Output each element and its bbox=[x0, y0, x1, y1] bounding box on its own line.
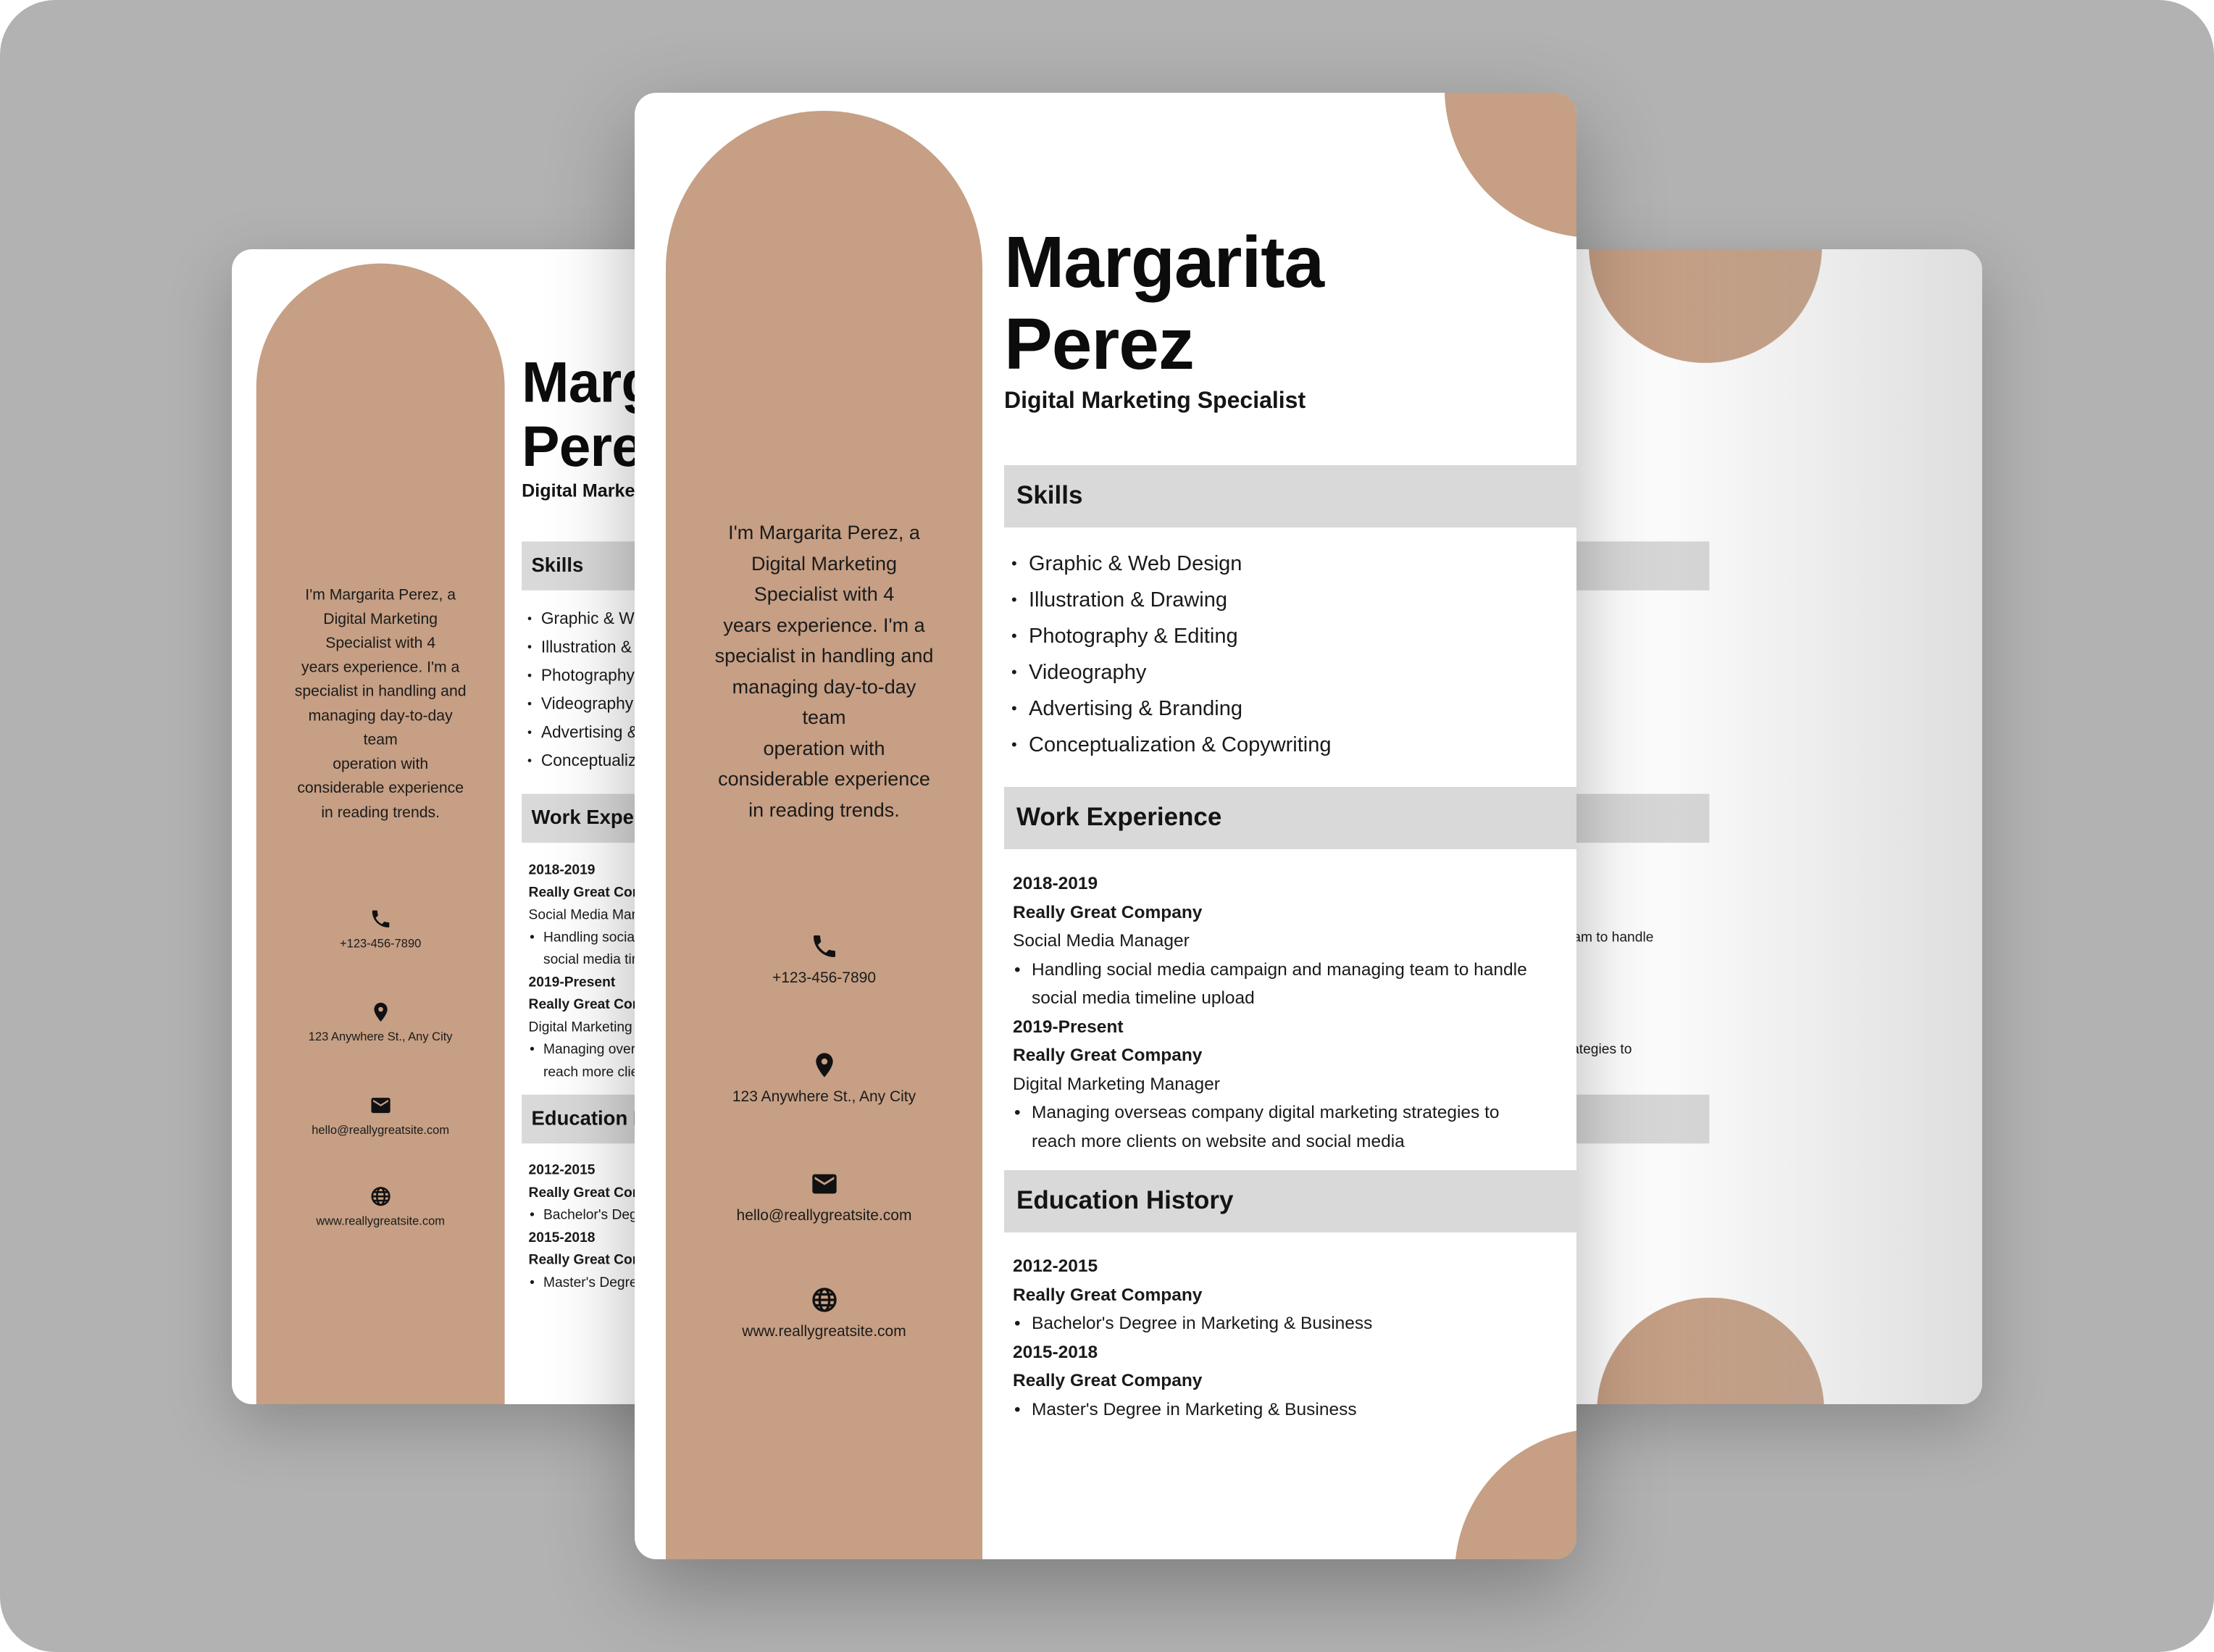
job-title: Digital Marketing Specialist bbox=[1004, 387, 1306, 413]
sidebar-arch bbox=[666, 111, 982, 1559]
preview-backdrop: I'm Margarita Perez, a Digital Marketing… bbox=[0, 0, 2214, 1652]
contact-email: hello@reallygreatsite.com bbox=[666, 1169, 982, 1225]
corner-circle-bottom bbox=[1597, 1297, 1825, 1404]
mail-icon bbox=[811, 1174, 837, 1194]
corner-circle-bottom bbox=[1455, 1429, 1576, 1559]
corner-circle-top bbox=[1445, 93, 1576, 238]
skills-list: Graphic & Web Design Illustration & Draw… bbox=[1011, 546, 1562, 763]
mail-icon bbox=[371, 1098, 390, 1114]
list-item: Master's Degree in Marketing & Business bbox=[1013, 1396, 1563, 1424]
phone-icon bbox=[372, 910, 389, 928]
list-item: Handling social media campaign and manag… bbox=[1013, 956, 1563, 1013]
list-item: Advertising & Branding bbox=[1011, 691, 1562, 727]
list-item: Illustration & Drawing bbox=[1011, 582, 1562, 618]
list-item: Videography bbox=[1011, 654, 1562, 691]
contact-address: 123 Anywhere St., Any City bbox=[256, 1001, 505, 1044]
education-history: 2012-2015 Really Great Company Bachelor'… bbox=[1013, 1252, 1563, 1424]
list-item: Conceptualization & Copywriting bbox=[1011, 727, 1562, 763]
work-history: 2018-2019 Really Great Company Social Me… bbox=[1013, 869, 1563, 1156]
phone-icon bbox=[813, 935, 835, 957]
education-heading-bar: Education History bbox=[1004, 1170, 1576, 1232]
contact-website: www.reallygreatsite.com bbox=[256, 1185, 505, 1228]
corner-circle-top bbox=[1589, 249, 1822, 363]
location-pin-icon bbox=[815, 1053, 833, 1077]
resume-page-front: I'm Margarita Perez, a Digital Marketing… bbox=[635, 93, 1576, 1559]
contact-address: 123 Anywhere St., Any City bbox=[666, 1051, 982, 1106]
list-item: Photography & Editing bbox=[1011, 618, 1562, 654]
intro-text: I'm Margarita Perez, a Digital Marketing… bbox=[294, 585, 467, 821]
resume-document: I'm Margarita Perez, a Digital Marketing… bbox=[635, 93, 1576, 1559]
contact-email: hello@reallygreatsite.com bbox=[256, 1094, 505, 1138]
resume-name: Margarita Perez bbox=[1004, 222, 1324, 385]
contact-website: www.reallygreatsite.com bbox=[666, 1285, 982, 1340]
work-heading-bar: Work Experience bbox=[1004, 787, 1576, 849]
contact-phone: +123-456-7890 bbox=[666, 932, 982, 987]
list-item: Graphic & Web Design bbox=[1011, 546, 1562, 582]
intro-text: I'm Margarita Perez, a Digital Marketing… bbox=[714, 522, 934, 821]
contact-phone: +123-456-7890 bbox=[256, 908, 505, 951]
skills-heading-bar: Skills bbox=[1004, 465, 1576, 527]
globe-icon bbox=[371, 1187, 390, 1206]
location-pin-icon bbox=[374, 1002, 388, 1022]
list-item: Managing overseas company digital market… bbox=[1013, 1098, 1563, 1156]
sidebar-arch bbox=[256, 263, 505, 1404]
list-item: Bachelor's Degree in Marketing & Busines… bbox=[1013, 1309, 1563, 1338]
globe-icon bbox=[811, 1288, 837, 1312]
